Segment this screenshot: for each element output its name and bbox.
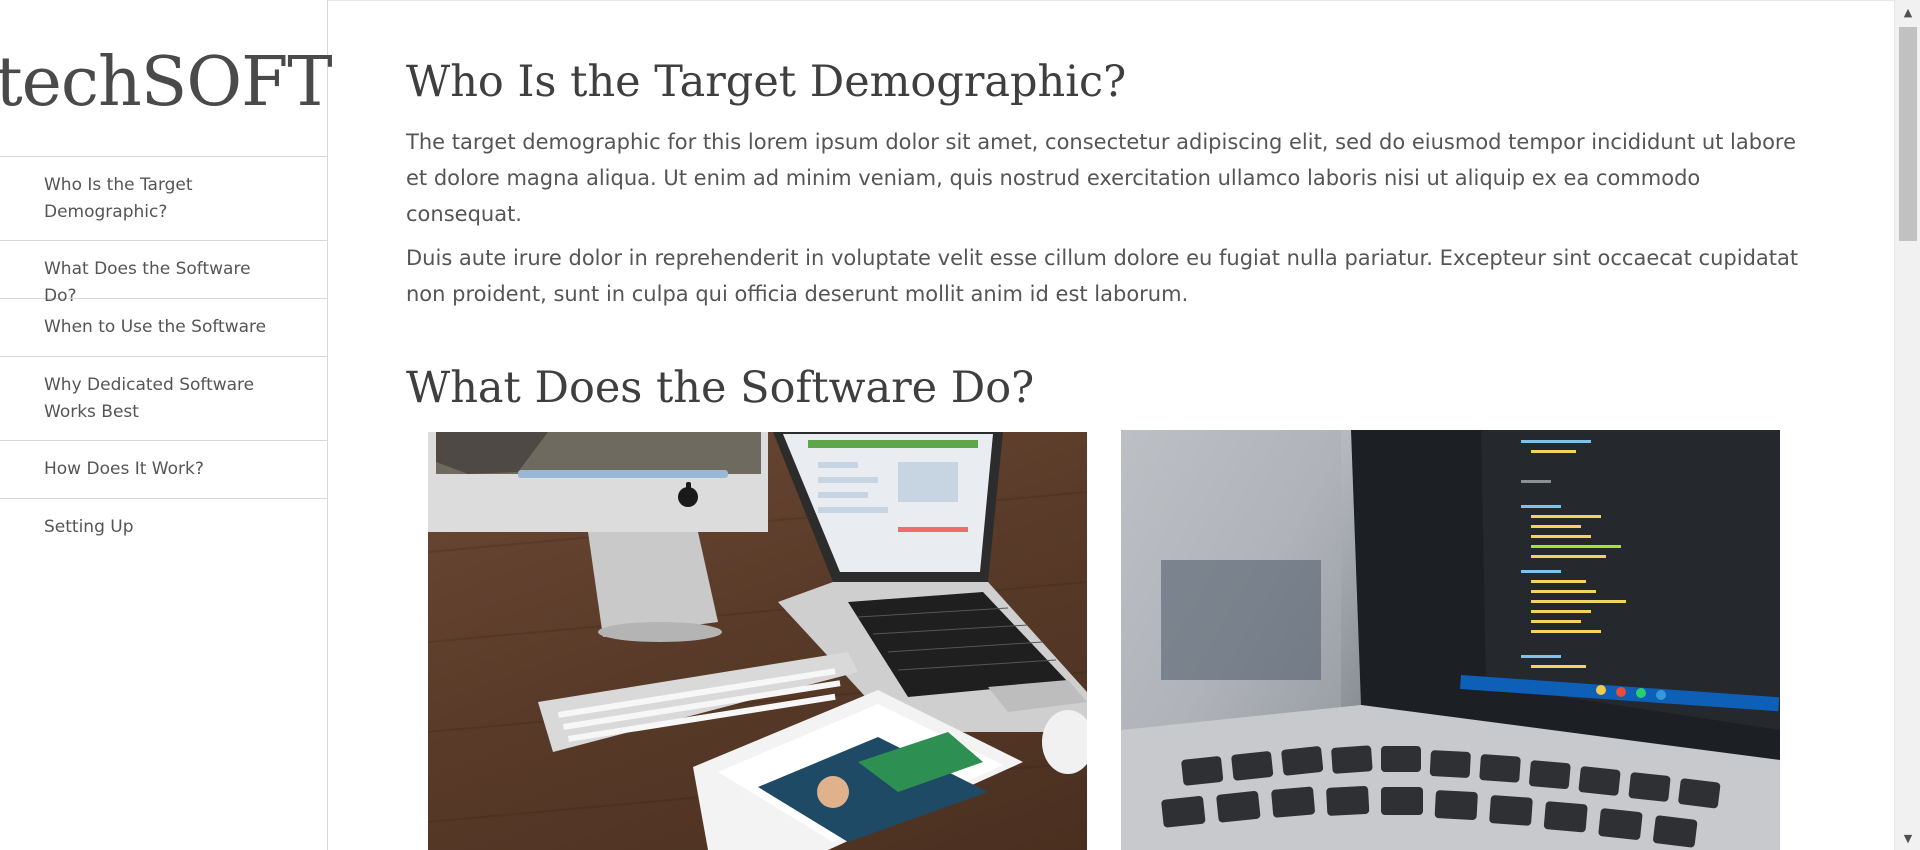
sidebar-item-how-it-works[interactable]: How Does It Work? <box>0 441 327 499</box>
scroll-down-icon[interactable]: ▼ <box>1895 828 1920 848</box>
sidebar: techSOFT Who Is the Target Demographic? … <box>0 0 333 850</box>
sidebar-item-setting-up[interactable]: Setting Up <box>0 499 327 557</box>
desk-devices-photo <box>428 432 1087 850</box>
vertical-scrollbar[interactable]: ▲ ▼ <box>1894 0 1920 850</box>
paragraph-target-2: Duis aute irure dolor in reprehenderit i… <box>406 246 1799 306</box>
brand-logo[interactable]: techSOFT <box>0 0 333 157</box>
scrollbar-thumb[interactable] <box>1899 27 1917 241</box>
sidebar-item-software-do[interactable]: What Does the Software Do? <box>0 241 327 306</box>
section-heading-target-demographic: Who Is the Target Demographic? <box>406 57 1127 107</box>
sidebar-nav: Who Is the Target Demographic? What Does… <box>0 157 327 557</box>
scroll-up-icon[interactable]: ▲ <box>1895 2 1920 22</box>
main-content: Who Is the Target Demographic? The targe… <box>406 0 1806 850</box>
paragraph-target-1: The target demographic for this lorem ip… <box>406 130 1797 226</box>
code-laptop-photo <box>1121 430 1780 850</box>
sidebar-item-why-dedicated[interactable]: Why Dedicated Software Works Best <box>0 357 327 441</box>
sidebar-item-target-demographic[interactable]: Who Is the Target Demographic? <box>0 157 327 241</box>
section-heading-software-do: What Does the Software Do? <box>406 363 1035 413</box>
